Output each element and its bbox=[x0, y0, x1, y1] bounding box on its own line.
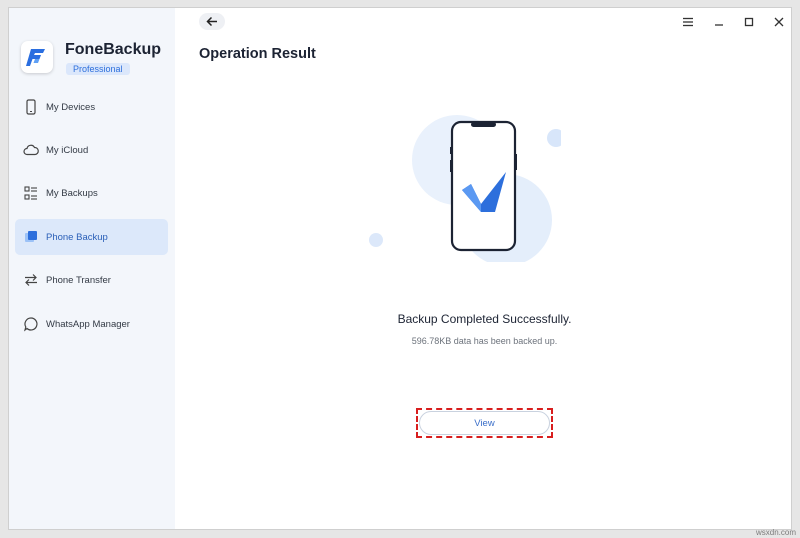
sidebar-item-my-icloud[interactable]: My iCloud bbox=[15, 132, 168, 168]
hamburger-icon bbox=[683, 17, 693, 27]
sidebar-item-label: Phone Backup bbox=[46, 231, 108, 243]
watermark: wsxdn.com bbox=[755, 528, 796, 537]
sidebar: FoneBackup Professional My Devices My iC… bbox=[9, 8, 175, 529]
minimize-button[interactable] bbox=[712, 15, 726, 29]
stacked-layers-icon bbox=[23, 229, 39, 245]
chat-bubble-icon bbox=[23, 316, 39, 332]
sidebar-item-label: My Backups bbox=[46, 187, 98, 199]
sidebar-item-phone-transfer[interactable]: Phone Transfer bbox=[15, 262, 168, 298]
sidebar-item-whatsapp-manager[interactable]: WhatsApp Manager bbox=[15, 306, 168, 342]
phone-outline-icon bbox=[23, 99, 39, 115]
cloud-icon bbox=[23, 142, 39, 158]
minimize-icon bbox=[715, 24, 723, 26]
list-icon bbox=[23, 185, 39, 201]
view-button[interactable]: View bbox=[419, 411, 550, 435]
sidebar-item-phone-backup[interactable]: Phone Backup bbox=[15, 219, 168, 255]
maximize-button[interactable] bbox=[742, 15, 756, 29]
result-title: Backup Completed Successfully. bbox=[397, 312, 572, 326]
result-subtitle: 596.78KB data has been backed up. bbox=[411, 336, 558, 346]
menu-button[interactable] bbox=[681, 15, 695, 29]
app-logo-icon bbox=[21, 41, 53, 73]
sidebar-item-label: Phone Transfer bbox=[46, 274, 111, 286]
maximize-icon bbox=[744, 17, 754, 27]
transfer-arrows-icon bbox=[23, 272, 39, 288]
sidebar-item-label: My Devices bbox=[46, 101, 96, 113]
close-button[interactable] bbox=[772, 15, 786, 29]
sidebar-item-my-backups[interactable]: My Backups bbox=[15, 175, 168, 211]
arrow-left-icon bbox=[206, 16, 217, 27]
back-button[interactable] bbox=[199, 13, 225, 30]
backup-success-illustration bbox=[361, 112, 565, 266]
edition-badge: Professional bbox=[66, 63, 130, 75]
page-title: Operation Result bbox=[199, 46, 316, 62]
app-window: FoneBackup Professional My Devices My iC… bbox=[8, 7, 792, 530]
sidebar-item-label: WhatsApp Manager bbox=[46, 318, 130, 330]
app-name: FoneBackup bbox=[65, 41, 162, 58]
sidebar-item-my-devices[interactable]: My Devices bbox=[15, 89, 168, 125]
close-icon bbox=[774, 17, 784, 27]
sidebar-item-label: My iCloud bbox=[46, 144, 89, 156]
